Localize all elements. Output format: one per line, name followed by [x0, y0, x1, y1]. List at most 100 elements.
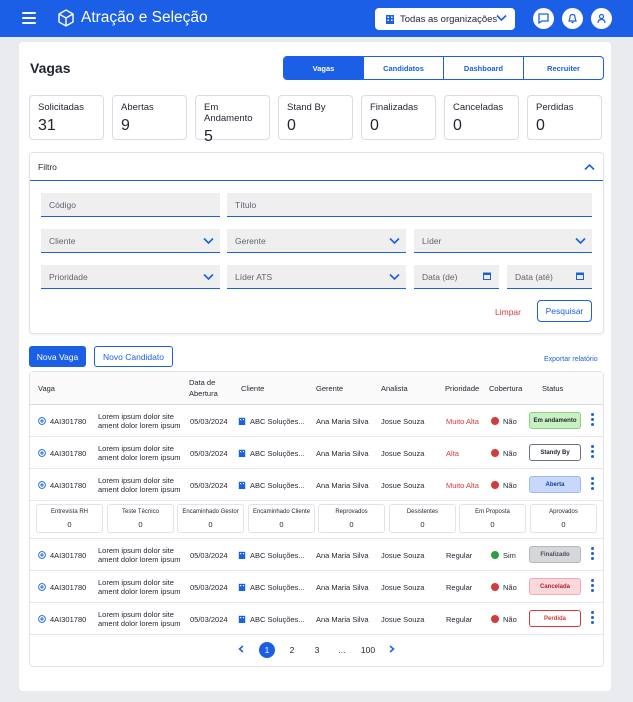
more-options-icon[interactable]	[591, 547, 594, 562]
new-job-button[interactable]: Nova Vaga	[29, 346, 86, 367]
header-status: Status	[542, 384, 564, 393]
menu-icon[interactable]	[22, 12, 36, 24]
more-options-icon[interactable]	[591, 579, 594, 594]
page-title: Vagas	[30, 60, 71, 76]
table-row[interactable]: 4AI301780 Lorem ipsum dolor site ament dol…	[30, 469, 603, 501]
expand-plus-icon[interactable]	[38, 615, 46, 623]
job-code-cell[interactable]: 4AI301780	[38, 539, 86, 571]
table-row[interactable]: 4AI301780 Lorem ipsum dolor site ament dol…	[30, 405, 603, 437]
new-candidate-button[interactable]: Novo Candidato	[94, 346, 173, 367]
pipeline-stage-card: Desistentes 0	[389, 504, 456, 533]
prioridade-select[interactable]: Prioridade	[41, 265, 220, 289]
priority: Regular	[446, 550, 473, 560]
pipeline-stage-count: 0	[349, 520, 354, 529]
job-code-cell[interactable]: 4AI301780	[38, 405, 86, 437]
bell-icon	[568, 13, 577, 24]
client-name: ABC Soluções...	[250, 480, 305, 490]
calendar-icon[interactable]	[483, 272, 491, 280]
client-cell: ABC Soluções...	[238, 405, 305, 437]
job-description: Lorem ipsum dolor site ament dolor lorem …	[98, 571, 181, 603]
expand-plus-icon[interactable]	[38, 449, 46, 457]
cliente-select[interactable]: Cliente	[41, 229, 220, 253]
pipeline-stage-label: Reprovados	[335, 509, 368, 515]
page-100[interactable]: 100	[356, 642, 380, 658]
expand-plus-icon[interactable]	[38, 417, 46, 425]
job-code-cell[interactable]: 4AI301780	[38, 437, 86, 469]
analyst-name: Josue Souza	[381, 416, 425, 426]
chevron-down-icon	[389, 237, 400, 245]
coverage-cell: Não	[491, 469, 517, 501]
page-1[interactable]: 1	[259, 642, 275, 658]
pipeline-stage-label: Aprovados	[549, 509, 578, 515]
pipeline-stage-count: 0	[420, 520, 425, 529]
job-code-cell[interactable]: 4AI301780	[38, 571, 86, 603]
data-ate-input[interactable]: Data (até)	[507, 265, 592, 289]
opening-date: 05/03/2024	[190, 416, 228, 426]
job-code: 4AI301780	[50, 480, 87, 490]
table-row[interactable]: 4AI301780 Lorem ipsum dolor site ament dol…	[30, 437, 603, 469]
chevron-right-icon[interactable]	[389, 645, 395, 653]
user-button[interactable]	[591, 8, 612, 29]
job-description-line1: Lorem ipsum dolor site	[98, 475, 174, 485]
coverage-dot	[491, 551, 499, 559]
more-options-icon[interactable]	[591, 611, 594, 626]
table-row[interactable]: 4AI301780 Lorem ipsum dolor site ament dol…	[30, 603, 603, 635]
lider-select[interactable]: Líder	[414, 229, 592, 253]
data-de-input[interactable]: Data (de)	[414, 265, 499, 289]
chevron-down-icon	[575, 237, 586, 245]
gerente-select[interactable]: Gerente	[227, 229, 406, 253]
chevron-left-icon[interactable]	[238, 645, 244, 653]
tab-dashboard[interactable]: Dashboard	[444, 57, 524, 79]
page-2[interactable]: 2	[284, 642, 300, 658]
titulo-input[interactable]: Título	[227, 193, 592, 217]
client-cell: ABC Soluções...	[238, 603, 305, 635]
coverage-cell: Sim	[491, 539, 516, 571]
filter-header[interactable]: Filtro	[30, 153, 603, 181]
lider-ats-select[interactable]: Líder ATS	[227, 265, 406, 289]
status-badge: Aberta	[529, 476, 581, 493]
stat-value: 0	[536, 117, 545, 134]
clear-button[interactable]: Limpar	[495, 307, 521, 317]
cliente-placeholder: Cliente	[49, 236, 76, 246]
header-cliente: Cliente	[241, 384, 265, 393]
job-code-cell[interactable]: 4AI301780	[38, 603, 86, 635]
analyst-name: Josue Souza	[381, 480, 425, 490]
notifications-button[interactable]	[562, 8, 583, 29]
tab-candidatos[interactable]: Candidatos	[364, 57, 444, 79]
codigo-input[interactable]: Código	[41, 193, 220, 217]
page-3[interactable]: 3	[309, 642, 325, 658]
status-badge: Finalizado	[529, 546, 581, 563]
export-report-link[interactable]: Exportar relatório	[544, 356, 598, 363]
coverage-dot	[491, 583, 499, 591]
pipeline-stage-card: Entrevista RH 0	[36, 504, 103, 533]
coverage-cell: Não	[491, 571, 517, 603]
priority: Regular	[446, 614, 473, 624]
expand-plus-icon[interactable]	[38, 583, 46, 591]
pipeline-stage-count: 0	[279, 520, 284, 529]
calendar-icon[interactable]	[576, 272, 584, 280]
job-code: 4AI301780	[50, 448, 87, 458]
chevron-up-icon[interactable]	[584, 163, 595, 171]
chat-button[interactable]	[533, 8, 554, 29]
table-row[interactable]: 4AI301780 Lorem ipsum dolor site ament dol…	[30, 539, 603, 571]
client-name: ABC Soluções...	[250, 448, 305, 458]
pagination: 1 2 3 ... 100	[30, 640, 603, 658]
more-options-icon[interactable]	[591, 445, 594, 460]
expand-plus-icon[interactable]	[38, 551, 46, 559]
coverage-cell: Não	[491, 437, 517, 469]
search-button[interactable]: Pesquisar	[537, 300, 592, 322]
table-row[interactable]: 4AI301780 Lorem ipsum dolor site ament dol…	[30, 571, 603, 603]
tab-recruiter[interactable]: Recruiter	[524, 57, 603, 79]
more-options-icon[interactable]	[591, 413, 594, 428]
tab-vagas[interactable]: Vagas	[284, 57, 364, 79]
manager-name: Ana Maria Silva	[316, 480, 369, 490]
job-code: 4AI301780	[50, 614, 87, 624]
job-code-cell[interactable]: 4AI301780	[38, 469, 86, 501]
client-name: ABC Soluções...	[250, 550, 305, 560]
expand-plus-icon[interactable]	[38, 481, 46, 489]
pipeline-stage-label: Teste Técnico	[122, 509, 159, 515]
more-options-icon[interactable]	[591, 477, 594, 492]
organization-select[interactable]: Todas as organizações	[375, 8, 515, 30]
status-badge: Perdida	[529, 610, 581, 627]
stat-value: 0	[453, 117, 462, 134]
